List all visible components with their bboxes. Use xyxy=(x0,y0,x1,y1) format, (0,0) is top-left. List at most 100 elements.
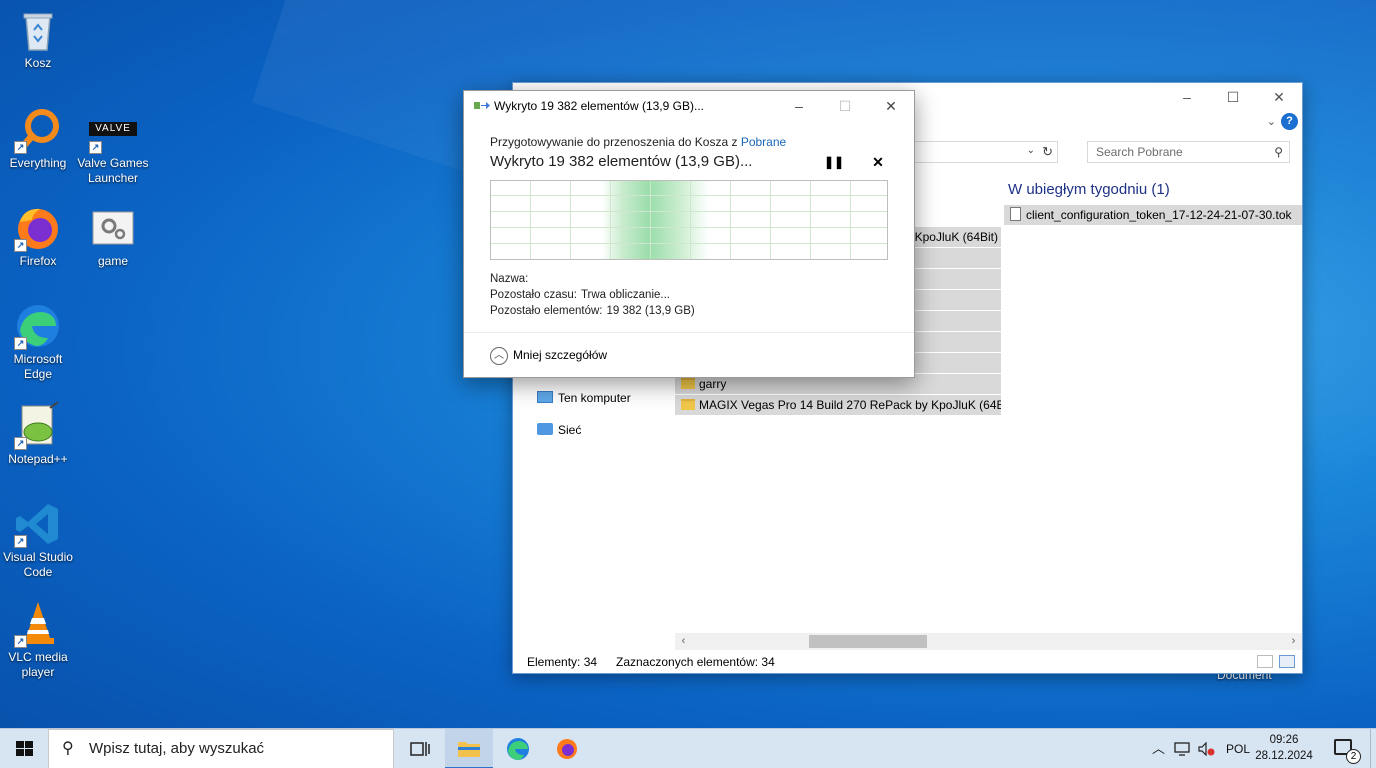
maximize-button[interactable]: ☐ xyxy=(1210,83,1256,111)
details-view-icon[interactable] xyxy=(1257,655,1273,668)
desktop-icon-label: VLC media player xyxy=(8,650,68,679)
transfer-icon xyxy=(474,102,490,109)
dialog-subtitle: Przygotowywanie do przenoszenia do Kosza… xyxy=(490,135,786,149)
desktop-icon-everything[interactable]: ↗ Everything xyxy=(0,106,76,171)
delete-progress-dialog[interactable]: Wykryto 19 382 elementów (13,9 GB)... – … xyxy=(463,90,915,378)
minimize-button[interactable]: – xyxy=(776,91,822,121)
shortcut-arrow-icon: ↗ xyxy=(14,535,27,548)
subtitle-text: Przygotowywanie do przenoszenia do Kosza… xyxy=(490,135,738,149)
large-icons-view-icon[interactable] xyxy=(1279,655,1295,668)
gear-settings-icon xyxy=(89,204,137,252)
shortcut-arrow-icon: ↗ xyxy=(14,239,27,252)
vlc-cone-icon: ↗ xyxy=(14,600,62,648)
detail-label: Pozostało czasu: xyxy=(490,289,577,301)
search-icon: ⚲ xyxy=(1274,145,1283,159)
shortcut-arrow-icon: ↗ xyxy=(14,141,27,154)
group-header[interactable]: W ubiegłym tygodniu (1) xyxy=(1008,181,1170,198)
notepadpp-icon: ↗ xyxy=(14,401,62,450)
document-icon xyxy=(1010,207,1021,221)
scrollbar-thumb[interactable] xyxy=(809,635,927,648)
horizontal-scrollbar[interactable]: ‹ › xyxy=(675,633,1302,650)
detail-label: Nazwa: xyxy=(490,273,529,285)
task-view-button[interactable] xyxy=(396,729,444,768)
valve-logo-text: VALVE xyxy=(89,122,137,136)
edge-icon: ↗ xyxy=(14,302,62,350)
status-bar: Elementy: 34 Zaznaczonych elementów: 34 xyxy=(513,651,1302,673)
dialog-main-status: Wykryto 19 382 elementów (13,9 GB)... xyxy=(490,153,753,170)
start-button[interactable] xyxy=(0,729,48,768)
shortcut-arrow-icon: ↗ xyxy=(89,141,102,154)
refresh-icon[interactable]: ↻ xyxy=(1042,144,1053,160)
scroll-left-icon[interactable]: ‹ xyxy=(675,633,692,650)
nav-item-this-pc[interactable]: Ten komputer xyxy=(537,389,631,407)
desktop-icon-label: Notepad++ xyxy=(8,452,68,466)
ribbon-expand-chevron-icon[interactable]: ⌄ xyxy=(1267,115,1276,128)
shortcut-arrow-icon: ↗ xyxy=(14,337,27,350)
close-button[interactable]: ✕ xyxy=(1256,83,1302,111)
desktop-icon-vscode[interactable]: ↗ Visual Studio Code xyxy=(0,500,76,580)
taskbar-search-box[interactable]: ⚲ Wpisz tutaj, aby wyszukać xyxy=(48,729,394,768)
file-name: KpoJluK (64Bit) xyxy=(914,230,998,244)
taskbar-edge[interactable] xyxy=(494,729,542,768)
taskbar-file-explorer[interactable] xyxy=(445,729,493,768)
graph-grid xyxy=(491,181,887,259)
desktop-icon-recycle-bin[interactable]: Kosz xyxy=(0,6,76,71)
chevron-down-icon[interactable]: ⌄ xyxy=(1027,145,1035,156)
address-bar[interactable]: ⌄ ↻ xyxy=(913,141,1058,163)
source-folder-link[interactable]: Pobrane xyxy=(741,135,786,149)
desktop-icon-notepadpp[interactable]: ↗ Notepad++ xyxy=(0,401,76,467)
desktop-icon-edge[interactable]: ↗ Microsoft Edge xyxy=(0,302,76,382)
clock-date: 28.12.2024 xyxy=(1255,750,1313,762)
help-icon[interactable]: ? xyxy=(1281,113,1298,130)
edge-icon xyxy=(507,738,529,760)
close-button[interactable]: ✕ xyxy=(868,91,914,121)
search-input[interactable]: Search Pobrane ⚲ xyxy=(1087,141,1290,163)
desktop-icon-valve-games-launcher[interactable]: VALVE ↗ Valve Games Launcher xyxy=(75,106,151,186)
nav-item-label: Ten komputer xyxy=(558,391,631,405)
desktop-icon-label: Microsoft Edge xyxy=(13,352,63,381)
file-row[interactable]: client_configuration_token_17-12-24-21-0… xyxy=(1004,205,1302,225)
vscode-icon: ↗ xyxy=(14,500,62,548)
network-icon xyxy=(537,423,553,435)
folder-icon xyxy=(681,378,695,389)
less-details-button[interactable]: ︿ Mniej szczegółów xyxy=(490,346,607,365)
file-name: MAGIX Vegas Pro 14 Build 270 RePack by K… xyxy=(699,398,1001,412)
desktop-icon-label: Everything xyxy=(9,156,67,170)
detail-value: 19 382 (13,9 GB) xyxy=(606,305,695,317)
taskbar: ⚲ Wpisz tutaj, aby wyszukać ︿ POL 09:26 … xyxy=(0,728,1376,768)
task-view-icon xyxy=(410,742,430,756)
stop-button[interactable]: ✕ xyxy=(870,153,886,171)
detail-label: Pozostało elementów: xyxy=(490,305,603,317)
desktop-icon-firefox[interactable]: ↗ Firefox xyxy=(0,204,76,269)
dialog-titlebar[interactable]: Wykryto 19 382 elementów (13,9 GB)... – … xyxy=(464,91,914,121)
pause-button[interactable]: ❚❚ xyxy=(824,153,844,171)
show-hidden-icons-chevron-icon[interactable]: ︿ xyxy=(1152,729,1165,768)
windows-logo-icon xyxy=(16,741,33,757)
file-row[interactable]: MAGIX Vegas Pro 14 Build 270 RePack by K… xyxy=(675,395,1001,415)
nav-item-label: Sieć xyxy=(558,423,582,437)
taskbar-firefox[interactable] xyxy=(543,729,591,768)
chevron-up-icon: ︿ xyxy=(490,346,508,365)
valve-icon: VALVE ↗ xyxy=(89,106,137,154)
nav-item-network[interactable]: Sieć xyxy=(537,421,581,439)
minimize-button[interactable]: – xyxy=(1164,83,1210,111)
status-selected-count: Zaznaczonych elementów: 34 xyxy=(616,655,775,669)
show-desktop-button[interactable] xyxy=(1370,729,1376,768)
desktop-icon-game[interactable]: game xyxy=(75,204,151,269)
input-language-indicator[interactable]: POL xyxy=(1226,729,1250,768)
desktop-icon-vlc[interactable]: ↗ VLC media player xyxy=(0,600,76,680)
network-tray-icon[interactable] xyxy=(1174,729,1192,768)
folder-icon xyxy=(681,399,695,410)
scroll-right-icon[interactable]: › xyxy=(1285,633,1302,650)
detail-items-remaining: Pozostało elementów: 19 382 (13,9 GB) xyxy=(490,305,695,317)
maximize-button: ☐ xyxy=(838,98,852,114)
clock[interactable]: 09:26 28.12.2024 xyxy=(1252,732,1316,764)
volume-muted-icon[interactable] xyxy=(1198,729,1216,768)
shortcut-arrow-icon: ↗ xyxy=(14,635,27,648)
desktop-icon-label: Firefox xyxy=(19,254,57,268)
shortcut-arrow-icon: ↗ xyxy=(14,437,27,450)
divider xyxy=(464,332,914,333)
notification-count-badge: 2 xyxy=(1346,749,1361,764)
desktop-icon-label: Visual Studio Code xyxy=(3,550,73,579)
search-icon: ⚲ xyxy=(62,740,74,757)
